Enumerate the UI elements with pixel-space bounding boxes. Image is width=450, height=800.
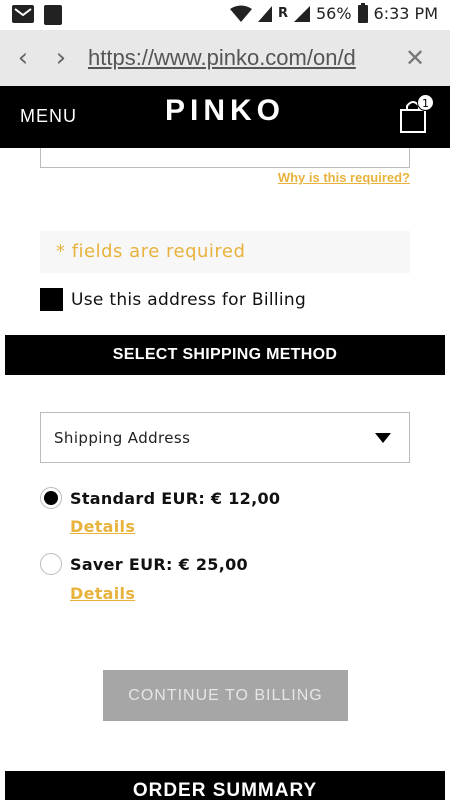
status-bar: R 56% 6:33 PM [0, 0, 450, 30]
browser-toolbar: ‹ › https://www.pinko.com/on/d ✕ [0, 30, 450, 86]
signal-icon [293, 5, 310, 22]
billing-checkbox[interactable] [40, 288, 63, 311]
note-icon [44, 5, 62, 25]
saver-details-link[interactable]: Details [70, 584, 135, 603]
close-icon: ✕ [404, 44, 426, 72]
battery-percent: 56% [315, 4, 352, 23]
wifi-icon [229, 5, 252, 22]
shipping-address-select[interactable]: Shipping Address [40, 412, 410, 463]
saver-radio[interactable] [40, 553, 62, 575]
system-indicators: R 56% 6:33 PM [229, 2, 438, 23]
billing-checkbox-row[interactable]: Use this address for Billing [40, 288, 306, 311]
url-bar[interactable]: https://www.pinko.com/on/d [88, 38, 374, 78]
roaming-indicator: R [277, 6, 288, 21]
chevron-right-icon: › [55, 43, 67, 73]
standard-option-label[interactable]: Standard EUR: € 12,00 [70, 489, 280, 508]
cart-button[interactable]: 1 [398, 94, 434, 134]
clock: 6:33 PM [373, 4, 438, 23]
why-required-link[interactable]: Why is this required? [278, 170, 410, 185]
shipping-option-standard[interactable]: Standard EUR: € 12,00 [40, 487, 280, 509]
standard-details-link[interactable]: Details [70, 517, 135, 536]
shipping-address-select-value: Shipping Address [54, 429, 191, 447]
chevron-left-icon: ‹ [17, 43, 29, 73]
cart-count-badge: 1 [417, 94, 434, 111]
gmail-icon [12, 5, 34, 23]
signal-off-icon [257, 5, 272, 22]
standard-radio[interactable] [40, 487, 62, 509]
shipping-method-header: SELECT SHIPPING METHOD [5, 335, 445, 375]
caret-down-icon [375, 433, 391, 443]
billing-checkbox-label[interactable]: Use this address for Billing [71, 290, 306, 310]
required-fields-note: * fields are required [40, 231, 410, 273]
site-header: MENU PINKO 1 [0, 86, 450, 148]
continue-to-billing-button[interactable]: CONTINUE TO BILLING [103, 670, 348, 721]
battery-icon [357, 2, 368, 23]
back-button[interactable]: ‹ [4, 38, 42, 78]
notification-icons [12, 5, 62, 25]
order-summary-header[interactable]: ORDER SUMMARY [5, 771, 445, 800]
shipping-option-saver[interactable]: Saver EUR: € 25,00 [40, 553, 248, 575]
saver-option-label[interactable]: Saver EUR: € 25,00 [70, 555, 248, 574]
pinko-logo[interactable]: PINKO [0, 94, 450, 128]
forward-button[interactable]: › [42, 38, 80, 78]
close-button[interactable]: ✕ [396, 38, 434, 78]
previous-input-field[interactable] [40, 148, 410, 168]
